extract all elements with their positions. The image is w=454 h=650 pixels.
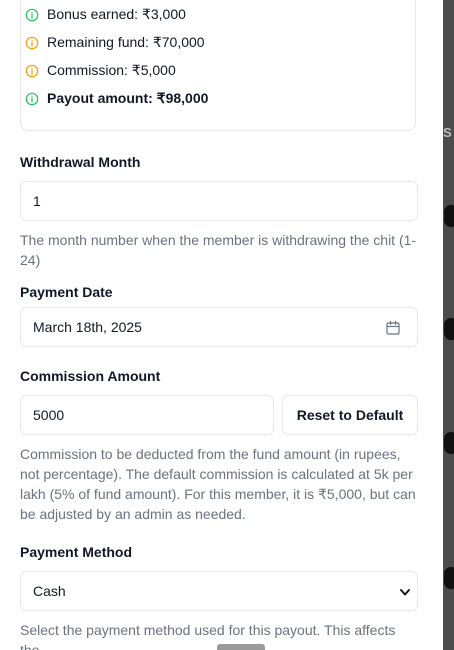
info-circle-icon bbox=[25, 36, 39, 49]
info-circle-icon bbox=[25, 8, 39, 21]
summary-item-label: Bonus earned: ₹3,000 bbox=[47, 6, 186, 22]
backdrop-dot bbox=[444, 205, 454, 227]
withdrawal-month-value: 1 bbox=[33, 193, 41, 209]
payment-method-label: Payment Method bbox=[20, 544, 133, 560]
payment-method-select[interactable]: Cash bbox=[20, 571, 418, 611]
backdrop-letter: S bbox=[443, 125, 452, 140]
chevron-down-icon bbox=[400, 589, 410, 596]
commission-amount-value: 5000 bbox=[33, 407, 65, 423]
reset-to-default-button[interactable]: Reset to Default bbox=[282, 395, 418, 435]
summary-item-bonus: Bonus earned: ₹3,000 bbox=[25, 6, 186, 23]
payment-date-picker[interactable]: March 18th, 2025 bbox=[20, 307, 418, 347]
info-circle-icon bbox=[25, 92, 39, 105]
info-circle-icon bbox=[25, 64, 39, 77]
backdrop-dot bbox=[444, 567, 454, 589]
withdrawal-month-help: The month number when the member is with… bbox=[20, 232, 417, 268]
commission-amount-label: Commission Amount bbox=[20, 368, 161, 384]
withdrawal-month-label: Withdrawal Month bbox=[20, 154, 141, 170]
summary-item-commission: Commission: ₹5,000 bbox=[25, 62, 176, 79]
payment-date-value: March 18th, 2025 bbox=[33, 319, 142, 335]
commission-help: Commission to be deducted from the fund … bbox=[20, 446, 416, 522]
backdrop-dot bbox=[444, 432, 454, 454]
summary-item-label: Commission: ₹5,000 bbox=[47, 62, 176, 78]
summary-item-label: Remaining fund: ₹70,000 bbox=[47, 34, 205, 50]
scrollbar-thumb[interactable] bbox=[217, 644, 265, 650]
calendar-icon[interactable] bbox=[385, 320, 401, 336]
summary-item-remaining-fund: Remaining fund: ₹70,000 bbox=[25, 34, 205, 51]
summary-item-payout: Payout amount: ₹98,000 bbox=[25, 90, 208, 107]
payout-form-panel: Bonus earned: ₹3,000 Remaining fund: ₹70… bbox=[0, 0, 443, 650]
payment-date-label: Payment Date bbox=[20, 284, 113, 300]
summary-item-label: Payout amount: ₹98,000 bbox=[47, 90, 209, 106]
payment-method-selected: Cash bbox=[33, 583, 66, 599]
withdrawal-month-input[interactable]: 1 bbox=[20, 181, 418, 221]
backdrop-dot bbox=[444, 318, 454, 340]
commission-amount-input[interactable]: 5000 bbox=[20, 395, 274, 435]
